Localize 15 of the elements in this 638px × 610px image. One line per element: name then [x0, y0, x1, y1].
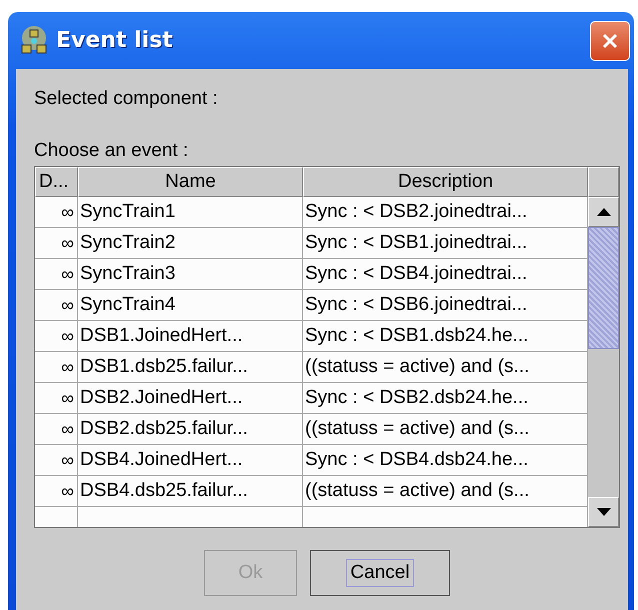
window-title: Event list — [56, 28, 174, 53]
column-header[interactable]: Name — [78, 167, 303, 197]
choose-event-label: Choose an event : — [34, 140, 190, 162]
cancel-button[interactable]: Cancel — [310, 550, 450, 596]
close-button[interactable] — [590, 20, 630, 60]
column-header[interactable]: Description — [303, 167, 588, 197]
up-arrow-icon — [596, 208, 610, 216]
scrollbar[interactable] — [588, 197, 619, 527]
header-corner — [588, 167, 619, 197]
column-header[interactable]: D... — [35, 167, 78, 197]
scroll-up-button[interactable] — [588, 197, 619, 227]
selected-component-label: Selected component : — [34, 88, 219, 110]
scroll-thumb[interactable] — [588, 227, 619, 349]
scroll-down-button[interactable] — [588, 497, 619, 527]
down-arrow-icon — [596, 508, 610, 516]
